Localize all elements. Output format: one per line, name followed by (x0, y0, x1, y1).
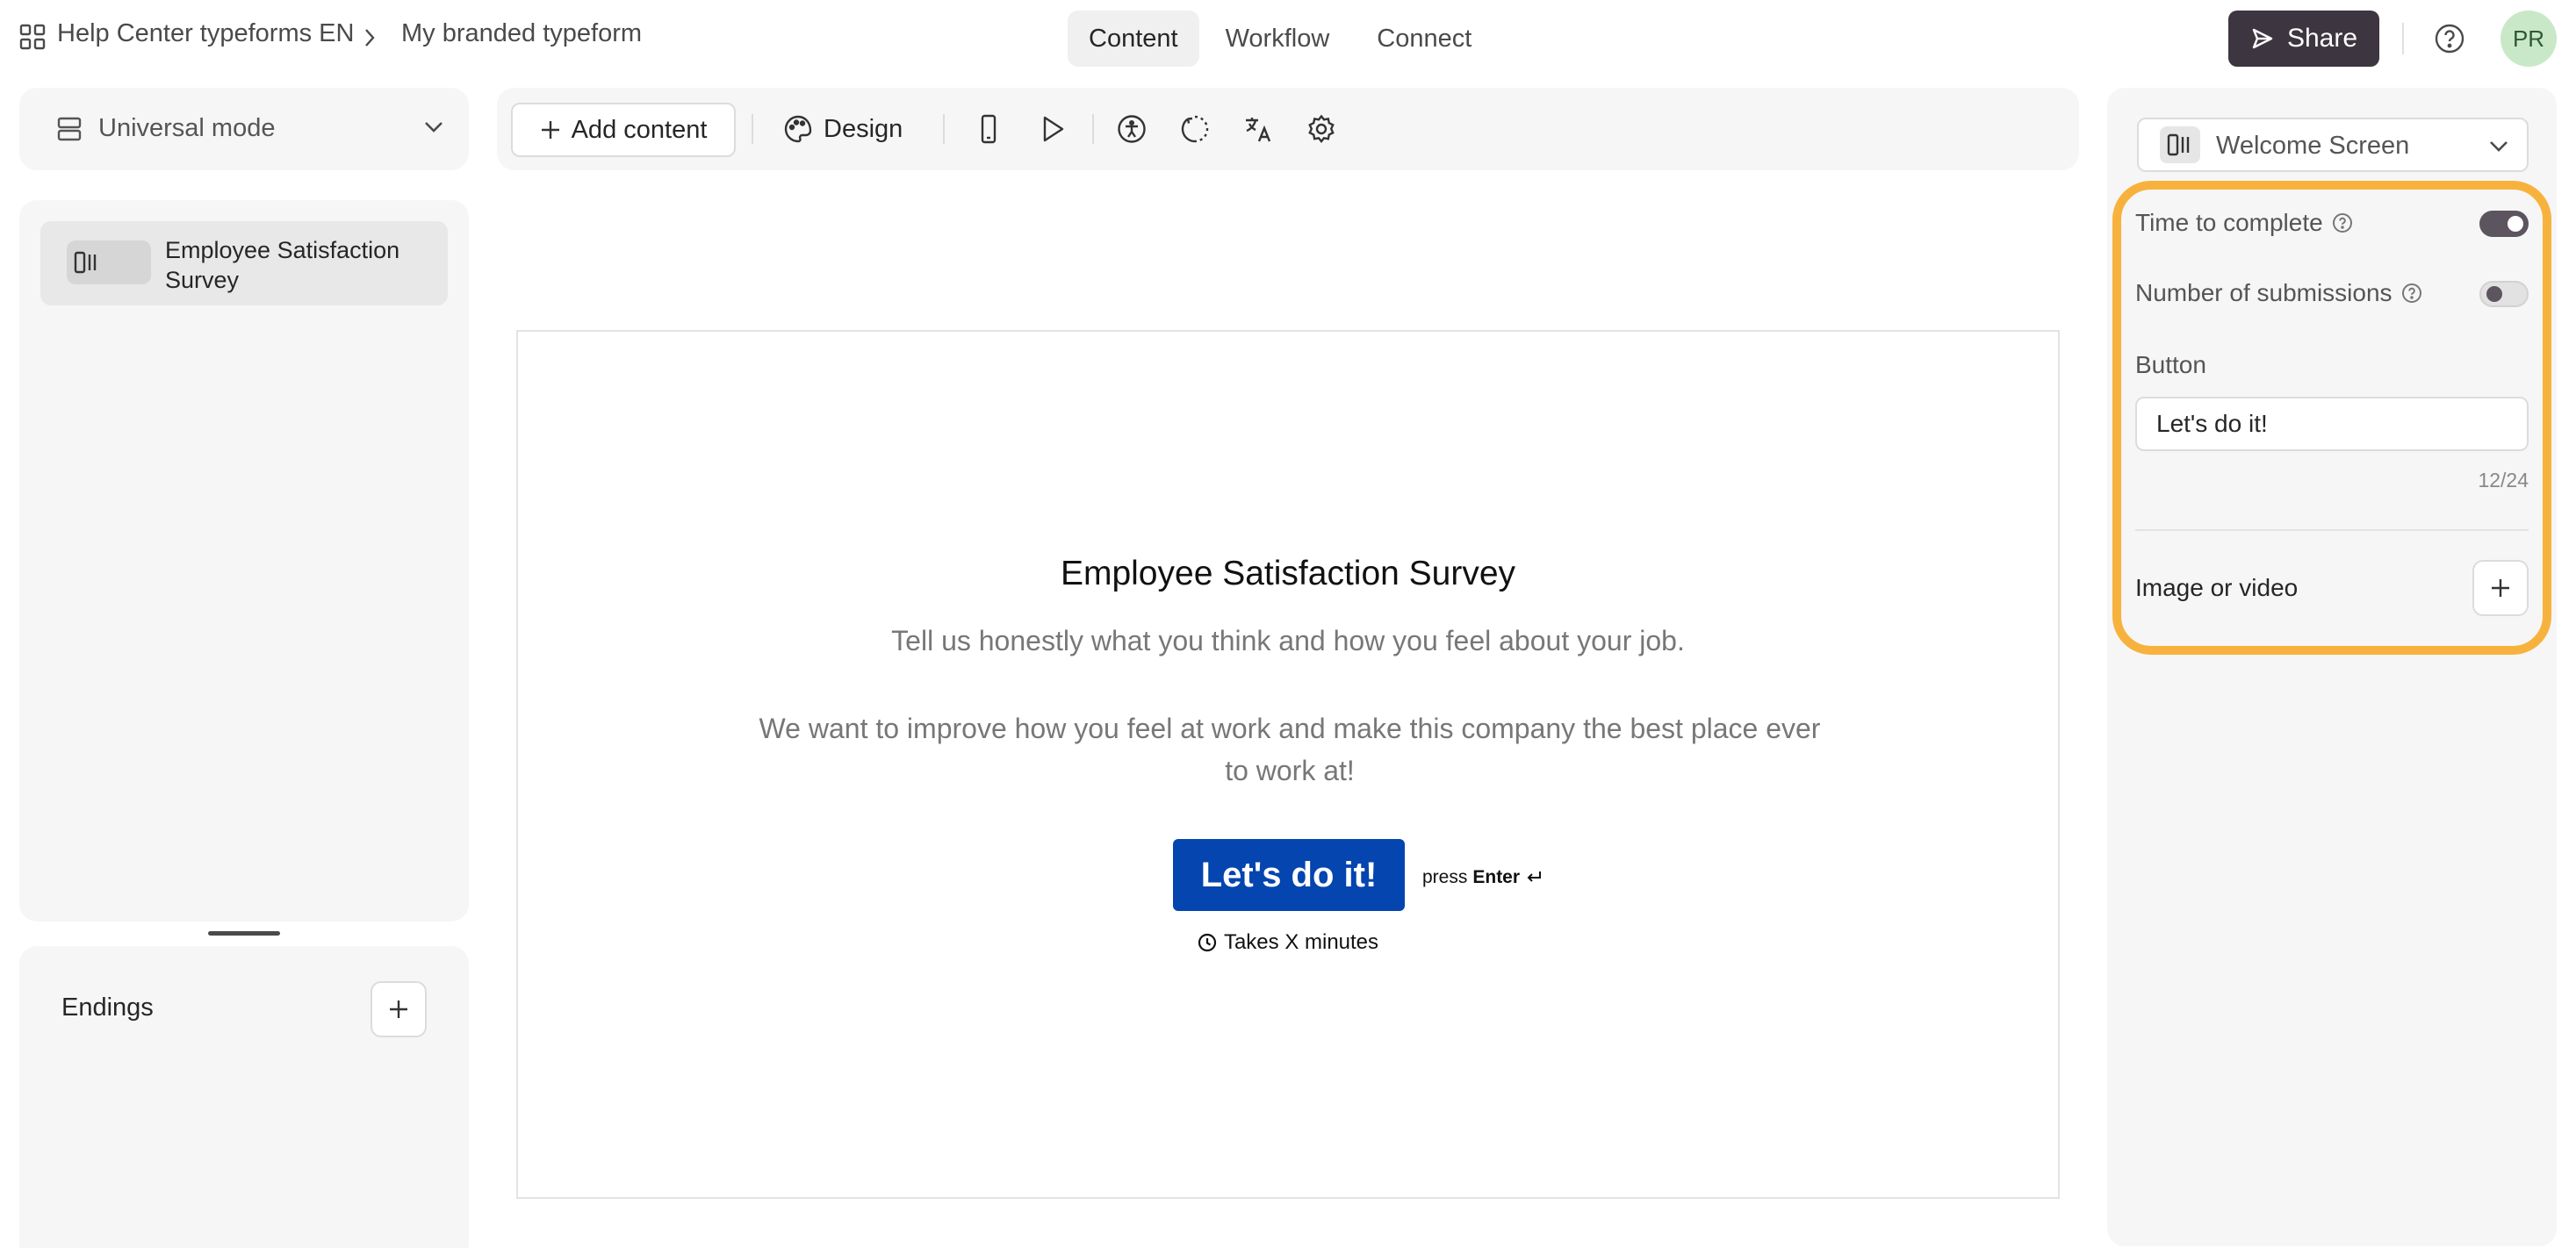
toolbar-divider (943, 114, 945, 144)
mode-selector[interactable]: Universal mode (19, 88, 469, 170)
plus-icon (390, 1001, 407, 1018)
info-icon (2332, 213, 2352, 233)
tab-workflow[interactable]: Workflow (1205, 11, 1351, 67)
tab-connect[interactable]: Connect (1356, 11, 1493, 67)
breadcrumb-form-name[interactable]: My branded typeform (401, 19, 642, 48)
endings-label: Endings (61, 993, 154, 1022)
list-item-welcome-screen[interactable]: Employee Satisfaction Survey (40, 221, 448, 305)
time-to-complete-label: Time to complete (2135, 209, 2323, 236)
user-avatar[interactable]: PR (2500, 11, 2557, 67)
breadcrumb-chevron-icon (363, 27, 376, 48)
help-icon[interactable] (2434, 23, 2465, 54)
mobile-preview-icon[interactable] (975, 114, 1003, 144)
plus-icon (541, 121, 559, 139)
loading-icon[interactable] (1180, 114, 1210, 144)
mode-label: Universal mode (98, 114, 276, 142)
main-tabs: Content Workflow Connect (1068, 11, 1493, 67)
screen-type-label: Welcome Screen (2216, 132, 2410, 160)
plus-icon (2492, 579, 2509, 597)
resize-handle[interactable] (208, 931, 280, 936)
top-header: Help Center typeforms EN My branded type… (0, 0, 2576, 77)
translate-icon[interactable] (1243, 114, 1273, 144)
toolbar-divider (1092, 114, 1094, 144)
press-enter-hint: press Enter (1422, 867, 1543, 888)
time-estimate: Takes X minutes (518, 930, 2058, 955)
tab-content[interactable]: Content (1068, 11, 1199, 67)
info-icon (2401, 283, 2421, 303)
item-type-badge (67, 240, 151, 284)
welcome-subtitle[interactable]: Tell us honestly what you think and how … (518, 625, 2058, 657)
add-content-label: Add content (571, 115, 708, 144)
item-label: Employee Satisfaction Survey (165, 237, 400, 293)
add-content-button[interactable]: Add content (511, 103, 736, 157)
time-to-complete-toggle[interactable] (2479, 211, 2529, 237)
question-list: Employee Satisfaction Survey (19, 200, 469, 922)
takes-text: Takes X minutes (1223, 930, 1379, 954)
form-preview-canvas[interactable]: Employee Satisfaction Survey Tell us hon… (516, 330, 2060, 1199)
header-divider (2402, 23, 2404, 54)
press-text: press (1422, 867, 1468, 887)
enter-key-icon (1527, 871, 1542, 882)
welcome-screen-icon (2167, 133, 2190, 156)
toolbar-divider (752, 114, 753, 144)
number-of-submissions-label: Number of submissions (2135, 279, 2393, 306)
chevron-down-icon (423, 119, 444, 133)
breadcrumb-workspace[interactable]: Help Center typeforms EN (57, 19, 354, 48)
press-key: Enter (1472, 867, 1521, 887)
editor-toolbar: Add content Design (497, 88, 2079, 170)
clock-icon (1198, 933, 1217, 952)
design-button[interactable]: Design (783, 114, 903, 144)
send-icon (2250, 26, 2275, 51)
add-image-or-video-button[interactable] (2472, 560, 2529, 616)
play-icon[interactable] (1038, 114, 1068, 144)
button-text-input[interactable]: Let's do it! (2135, 397, 2529, 451)
accessibility-icon[interactable] (1117, 114, 1147, 144)
settings-divider (2135, 529, 2529, 531)
button-section-label: Button (2135, 351, 2206, 378)
screen-type-select[interactable]: Welcome Screen (2137, 118, 2529, 172)
add-ending-button[interactable] (371, 981, 427, 1037)
chevron-down-icon (2488, 139, 2509, 153)
char-count: 12/24 (2478, 469, 2529, 491)
number-of-submissions-toggle[interactable] (2479, 281, 2529, 307)
welcome-description[interactable]: We want to improve how you feel at work … (755, 707, 1824, 792)
share-button[interactable]: Share (2228, 11, 2379, 67)
time-to-complete-setting: Time to complete (2135, 209, 2353, 237)
palette-icon (784, 115, 812, 143)
layout-icon (56, 116, 83, 142)
apps-grid-icon[interactable] (19, 24, 46, 50)
share-label: Share (2286, 24, 2358, 53)
start-button[interactable]: Let's do it! (1173, 839, 1405, 911)
number-of-submissions-setting: Number of submissions (2135, 279, 2422, 307)
welcome-title[interactable]: Employee Satisfaction Survey (518, 555, 2058, 593)
screen-type-badge (2160, 126, 2200, 163)
settings-icon[interactable] (1306, 114, 1336, 144)
endings-section: Endings (19, 946, 469, 1248)
image-or-video-label: Image or video (2135, 574, 2299, 601)
design-label: Design (824, 114, 903, 143)
welcome-screen-icon (74, 251, 97, 274)
